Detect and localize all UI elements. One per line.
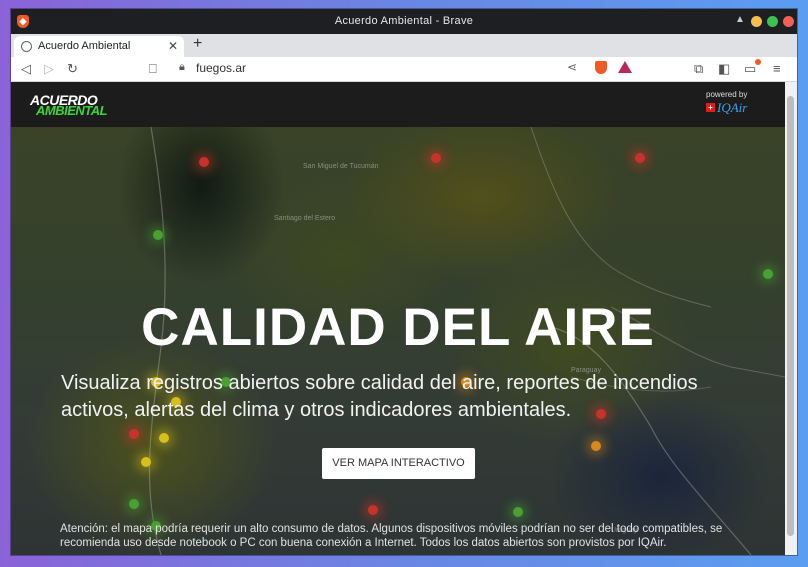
map-pin[interactable] xyxy=(129,499,139,509)
window-title: Acuerdo Ambiental - Brave xyxy=(334,15,474,27)
nav-toolbar: ◁ ▷ ↻ ⎕ 🔒︎ fuegos.ar ⋖ ⧉ ◧ ▭ ≡ xyxy=(11,57,797,82)
address-bar[interactable]: 🔒︎ fuegos.ar ⋖ xyxy=(174,58,636,79)
page-scrollbar[interactable] xyxy=(785,82,797,555)
close-tab-icon[interactable]: ✕ xyxy=(168,39,178,53)
map-pin[interactable] xyxy=(199,157,209,167)
brave-shield-icon[interactable] xyxy=(595,61,607,74)
sidebar-icon[interactable]: ◧ xyxy=(718,61,730,77)
map-pin[interactable] xyxy=(513,507,523,517)
globe-icon xyxy=(21,41,32,52)
brave-rewards-icon[interactable] xyxy=(618,61,632,73)
logo-text-bottom: AMBIENTAL xyxy=(36,103,108,118)
menu-icon[interactable]: ≡ xyxy=(773,61,781,77)
map-pin[interactable] xyxy=(153,230,163,240)
map-pin[interactable] xyxy=(431,153,441,163)
url-text[interactable]: fuegos.ar xyxy=(196,61,246,75)
tab-acuerdo-ambiental[interactable]: Acuerdo Ambiental ✕ xyxy=(14,36,184,57)
lock-icon[interactable]: 🔒︎ xyxy=(179,61,185,74)
map-pin[interactable] xyxy=(141,457,151,467)
minimize-button[interactable] xyxy=(751,16,762,27)
map-pin[interactable] xyxy=(591,441,601,451)
bookmark-icon[interactable]: ⎕ xyxy=(149,61,157,77)
swiss-flag-icon: + xyxy=(706,103,715,112)
site-header: ACUERDO AMBIENTAL powered by + IQAir xyxy=(11,82,785,127)
new-tab-button[interactable]: + xyxy=(193,35,202,53)
scrollbar-thumb[interactable] xyxy=(787,96,794,536)
acuerdo-ambiental-logo[interactable]: ACUERDO AMBIENTAL xyxy=(30,92,120,118)
background-map: San Miguel de Tucumán Santiago del Ester… xyxy=(11,127,785,555)
tab-bar: Acuerdo Ambiental ✕ + xyxy=(11,34,797,57)
web-page: ACUERDO AMBIENTAL powered by + IQAir San… xyxy=(11,82,785,555)
chevron-up-icon[interactable]: ▲ xyxy=(735,14,745,25)
map-pin[interactable] xyxy=(129,429,139,439)
powered-by-label: powered by xyxy=(706,90,748,99)
browser-window: ◆ Acuerdo Ambiental - Brave ▲ Acuerdo Am… xyxy=(11,9,797,555)
map-pin[interactable] xyxy=(159,433,169,443)
map-label: San Miguel de Tucumán xyxy=(303,163,379,170)
maximize-button[interactable] xyxy=(767,16,778,27)
data-notice: Atención: el mapa podría requerir un alt… xyxy=(60,523,723,549)
map-pin[interactable] xyxy=(635,153,645,163)
hero-subtitle: Visualiza registros abiertos sobre calid… xyxy=(61,372,698,421)
notification-badge xyxy=(755,59,761,65)
title-bar: ◆ Acuerdo Ambiental - Brave ▲ xyxy=(11,9,797,34)
back-arrow-icon[interactable]: ◁ xyxy=(21,61,31,77)
close-window-button[interactable] xyxy=(783,16,794,27)
forward-arrow-icon[interactable]: ▷ xyxy=(44,61,54,77)
reload-icon[interactable]: ↻ xyxy=(67,61,78,77)
iqair-brand: IQAir xyxy=(717,100,748,115)
hero-title: CALIDAD DEL AIRE xyxy=(141,298,655,357)
map-label: Santiago del Estero xyxy=(274,215,336,222)
map-pin[interactable] xyxy=(763,269,773,279)
ver-mapa-button[interactable]: VER MAPA INTERACTIVO xyxy=(322,448,475,479)
share-icon[interactable]: ⋖ xyxy=(567,60,577,74)
tab-label: Acuerdo Ambiental xyxy=(38,40,131,52)
map-pin[interactable] xyxy=(368,505,378,515)
extensions-icon[interactable]: ⧉ xyxy=(694,61,703,77)
